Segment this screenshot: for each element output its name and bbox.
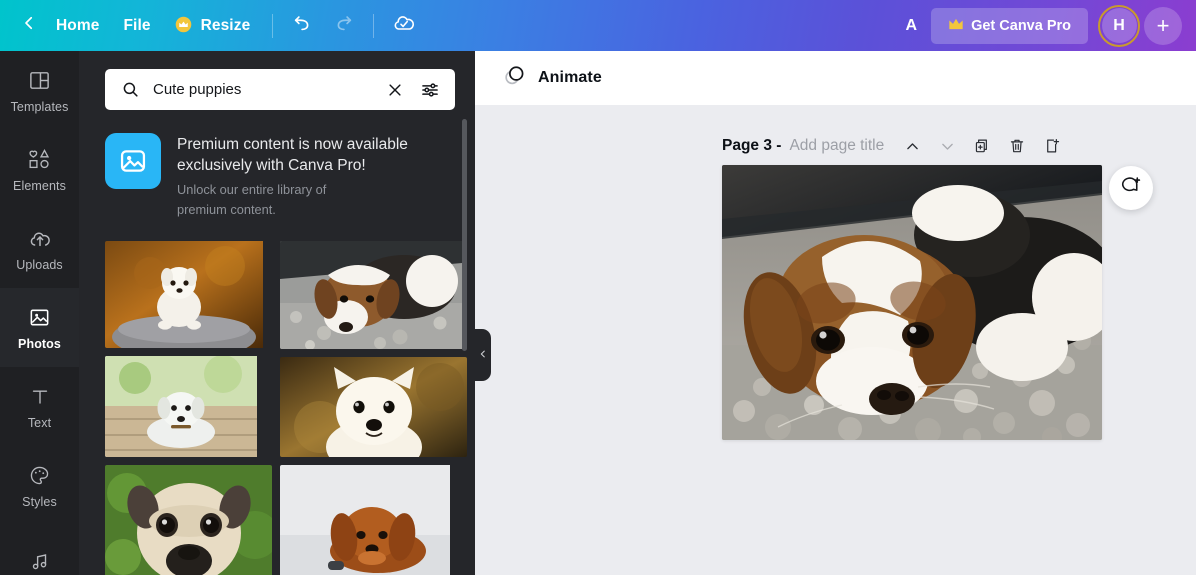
photo-thumbnail[interactable] <box>280 357 467 458</box>
chevron-left-icon <box>20 14 38 37</box>
photo-column-right <box>280 241 467 575</box>
left-nav-rail: Templates Elements Uploads Photos Text S… <box>0 51 79 575</box>
photos-scrollbar[interactable] <box>462 119 467 565</box>
text-t-icon <box>29 384 51 410</box>
animate-button[interactable]: Animate <box>492 57 612 99</box>
pro-label: Get Canva Pro <box>971 17 1071 34</box>
elements-icon <box>27 147 52 173</box>
saved-status-button[interactable] <box>384 6 424 46</box>
header-right-group: A Get Canva Pro H + <box>892 0 1196 51</box>
animate-label: Animate <box>538 69 602 86</box>
canvas-stage: Animate Page 3 - Add page title <box>475 51 1196 575</box>
resize-button[interactable]: Resize <box>163 9 263 43</box>
photos-image-icon <box>28 305 51 331</box>
delete-page-button[interactable] <box>1001 130 1033 162</box>
animate-circles-icon <box>502 63 527 93</box>
header-divider-2 <box>373 13 375 38</box>
move-page-down-button[interactable] <box>931 130 963 162</box>
photos-panel: Premium content is now available exclusi… <box>79 51 475 575</box>
home-label: Home <box>56 16 100 34</box>
crown-icon <box>948 17 964 35</box>
premium-promo-banner[interactable]: Premium content is now available exclusi… <box>79 110 475 219</box>
canvas-image <box>722 165 1102 440</box>
sidebar-item-uploads[interactable]: Uploads <box>0 209 79 288</box>
sidebar-item-label: Text <box>27 415 52 430</box>
photo-thumbnail[interactable] <box>105 356 272 458</box>
duplicate-page-button[interactable] <box>966 130 998 162</box>
sidebar-item-templates[interactable]: Templates <box>0 51 79 130</box>
redo-icon <box>332 12 354 39</box>
top-header-bar: Home File Resize A Get Canva Pro H + <box>0 0 1196 51</box>
text-format-button[interactable]: A <box>892 9 932 43</box>
undo-button[interactable] <box>283 6 323 46</box>
file-menu-button[interactable]: File <box>111 10 162 42</box>
photo-column-left <box>105 241 272 575</box>
sidebar-item-elements[interactable]: Elements <box>0 130 79 209</box>
page-title-input[interactable]: Add page title <box>789 137 884 155</box>
undo-icon <box>292 12 314 39</box>
back-button[interactable] <box>18 8 44 43</box>
chevron-left-icon <box>478 346 488 364</box>
file-label: File <box>123 16 151 34</box>
uploads-cloud-icon <box>28 226 52 252</box>
promo-text-group: Premium content is now available exclusi… <box>177 133 445 219</box>
sidebar-item-audio[interactable] <box>0 525 79 575</box>
header-divider-1 <box>272 13 274 38</box>
photo-thumbnail[interactable] <box>280 241 467 350</box>
plus-icon: + <box>1156 12 1170 38</box>
crown-icon <box>175 16 192 36</box>
sidebar-item-label: Uploads <box>16 257 63 272</box>
search-input[interactable] <box>153 81 373 98</box>
sidebar-item-label: Templates <box>10 99 69 114</box>
photo-thumbnail[interactable] <box>105 241 272 349</box>
sidebar-item-label: Photos <box>18 336 61 351</box>
image-placeholder-icon <box>105 133 161 189</box>
add-collaborator-button[interactable]: + <box>1144 6 1182 45</box>
search-icon <box>118 78 143 101</box>
search-row <box>79 51 475 110</box>
promo-subtitle: Unlock our entire library of premium con… <box>177 182 327 217</box>
avatar[interactable]: H <box>1098 4 1140 47</box>
photo-results-grid <box>79 219 475 575</box>
add-comment-button[interactable] <box>1109 166 1153 210</box>
redo-button[interactable] <box>323 6 363 46</box>
photo-thumbnail[interactable] <box>280 465 467 575</box>
canva-editor-window: Home File Resize A Get Canva Pro H + Tem… <box>0 0 1196 575</box>
add-comment-icon <box>1121 175 1142 201</box>
header-left-group: Home File Resize <box>0 0 424 51</box>
add-page-button[interactable] <box>1036 130 1068 162</box>
resize-label: Resize <box>200 16 251 34</box>
sidebar-item-photos[interactable]: Photos <box>0 288 79 367</box>
move-page-up-button[interactable] <box>896 130 928 162</box>
search-box[interactable] <box>105 69 455 110</box>
collapse-panel-button[interactable] <box>475 329 491 381</box>
sidebar-item-styles[interactable]: Styles <box>0 446 79 525</box>
canvas-page-3[interactable] <box>722 165 1102 440</box>
cloud-check-icon <box>392 11 416 40</box>
sidebar-item-text[interactable]: Text <box>0 367 79 446</box>
sidebar-item-label: Styles <box>22 494 57 509</box>
templates-icon <box>28 68 51 94</box>
avatar-initial: H <box>1101 8 1137 43</box>
styles-palette-icon <box>28 463 51 489</box>
get-canva-pro-button[interactable]: Get Canva Pro <box>931 7 1088 44</box>
page-number-label: Page 3 - <box>722 137 782 154</box>
scrollbar-thumb[interactable] <box>462 119 467 351</box>
close-x-icon[interactable] <box>383 79 407 101</box>
page-header-row: Page 3 - Add page title <box>722 130 1068 162</box>
audio-note-icon <box>29 549 51 575</box>
sidebar-item-label: Elements <box>13 178 66 193</box>
canvas-toolbar: Animate <box>475 51 1196 105</box>
sliders-filter-icon[interactable] <box>417 78 443 102</box>
photo-thumbnail[interactable] <box>105 465 272 575</box>
promo-title: Premium content is now available exclusi… <box>177 136 408 175</box>
home-button[interactable]: Home <box>44 10 111 42</box>
